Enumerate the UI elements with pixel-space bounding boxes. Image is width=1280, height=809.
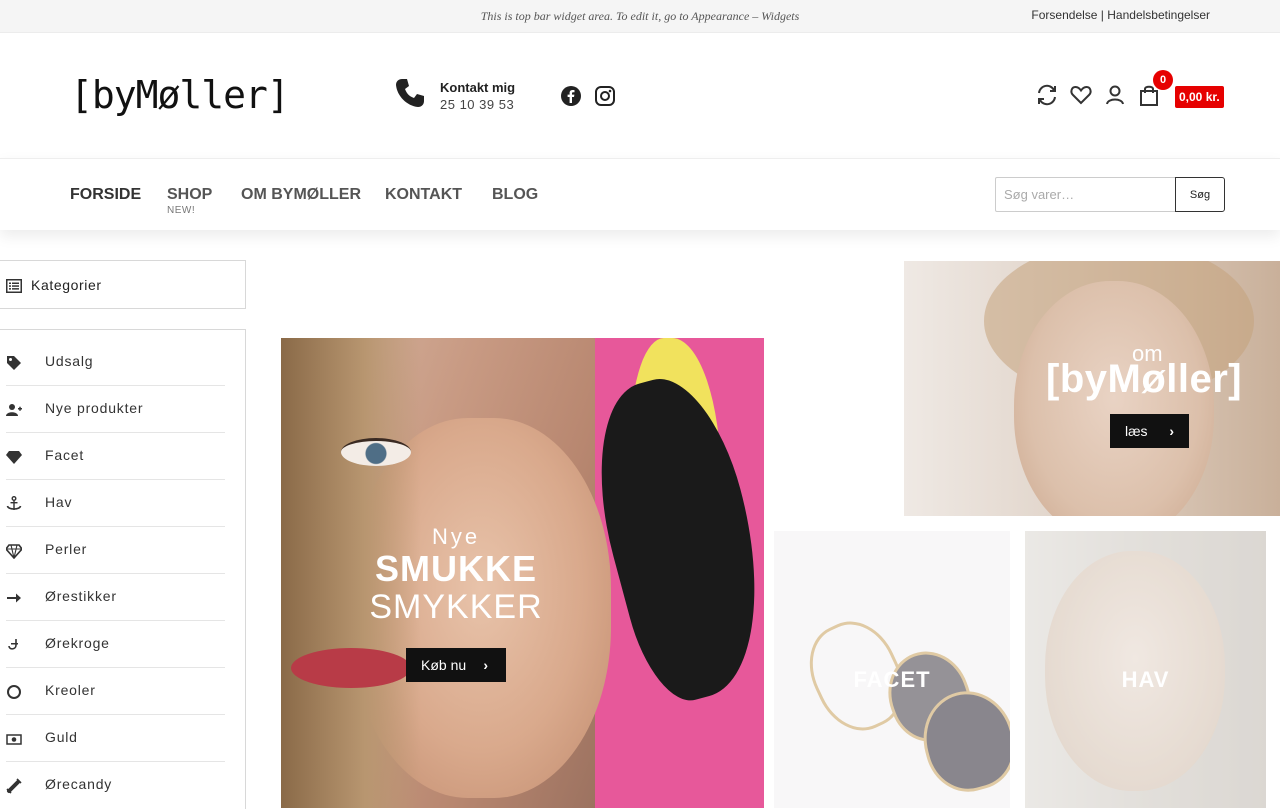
list-icon (6, 279, 22, 293)
tile-title: FACET (853, 667, 931, 692)
search-button[interactable]: Søg (1175, 177, 1225, 212)
category-list: Udsalg Nye produkter Facet Hav Perler Ør… (0, 329, 246, 809)
terms-link[interactable]: Handelsbetingelser (1107, 8, 1210, 22)
categories-header[interactable]: Kategorier (0, 260, 246, 309)
instagram-icon[interactable] (594, 85, 616, 107)
about-banner[interactable]: om [byMøller] læs › (904, 261, 1280, 516)
category-hav[interactable]: Hav (6, 481, 225, 527)
chevron-right-icon: › (483, 657, 488, 673)
link-separator: | (1097, 8, 1108, 22)
category-orestikker[interactable]: Ørestikker (6, 575, 225, 621)
tile-title: HAV (1121, 667, 1170, 692)
tag-icon (7, 356, 21, 370)
read-more-button[interactable]: læs › (1110, 414, 1189, 448)
site-header: [byMøller] Kontakt mig 25 10 39 53 0 0,0… (0, 33, 1280, 158)
money-icon (6, 734, 22, 745)
hero-eye (341, 438, 411, 466)
read-more-label: læs (1125, 423, 1148, 439)
user-plus-icon (6, 404, 22, 416)
facebook-icon[interactable] (560, 85, 582, 107)
main-navigation: FORSIDE SHOP NEW! OM BYMØLLER KONTAKT BL… (0, 158, 1280, 230)
circle-icon (7, 685, 21, 699)
category-perler[interactable]: Perler (6, 528, 225, 574)
user-icon[interactable] (1103, 83, 1127, 107)
nav-kontakt[interactable]: KONTAKT (385, 186, 462, 204)
search-input[interactable] (995, 177, 1176, 212)
category-orecandy[interactable]: Ørecandy (6, 763, 225, 809)
category-label: Hav (45, 494, 73, 510)
category-label: Ørestikker (45, 588, 117, 604)
category-label: Ørecandy (45, 776, 113, 792)
shipping-link[interactable]: Forsendelse (1031, 8, 1097, 22)
category-label: Ørekroge (45, 635, 110, 651)
heart-icon[interactable] (1069, 83, 1093, 107)
chevron-right-icon: › (1169, 423, 1174, 439)
category-udsalg[interactable]: Udsalg (6, 340, 225, 386)
phone-icon (396, 79, 424, 107)
nav-shop[interactable]: SHOP (167, 186, 212, 204)
hero-lips (291, 648, 411, 688)
category-label: Udsalg (45, 353, 94, 369)
hero-line-1: Nye (431, 524, 481, 549)
category-orekroge[interactable]: Ørekroge (6, 622, 225, 668)
diamond-icon (6, 544, 22, 559)
hook-icon (8, 639, 18, 650)
nav-om-bymoller[interactable]: OM BYMØLLER (241, 186, 361, 204)
top-bar: This is top bar widget area. To edit it,… (0, 0, 1280, 33)
category-label: Guld (45, 729, 78, 745)
category-label: Facet (45, 447, 85, 463)
hero-banner[interactable]: Nye SMUKKE SMYKKER Køb nu › (281, 338, 764, 808)
category-label: Kreoler (45, 682, 96, 698)
candy-icon (6, 778, 22, 794)
tile-hav[interactable]: HAV (1025, 531, 1266, 808)
contact-phone[interactable]: 25 10 39 53 (440, 97, 514, 112)
category-guld[interactable]: Guld (6, 716, 225, 762)
cart-total[interactable]: 0,00 kr. (1175, 86, 1224, 108)
arrow-right-icon (7, 593, 21, 603)
about-brand: [byMøller] (1046, 357, 1243, 401)
category-kreoler[interactable]: Kreoler (6, 669, 225, 715)
category-nye-produkter[interactable]: Nye produkter (6, 387, 225, 433)
site-logo[interactable]: [byMøller] (70, 73, 290, 117)
buy-now-button[interactable]: Køb nu › (406, 648, 506, 682)
tile-facet[interactable]: FACET (774, 531, 1010, 808)
nav-shop-new-badge: NEW! (167, 205, 196, 216)
categories-heading: Kategorier (31, 277, 102, 293)
refresh-icon[interactable] (1035, 83, 1059, 107)
category-label: Nye produkter (45, 400, 144, 416)
gem-icon (6, 451, 22, 464)
hero-line-3: SMYKKER (369, 588, 543, 626)
category-label: Perler (45, 541, 88, 557)
header-icons: 0 0,00 kr. (1035, 70, 1225, 111)
topbar-links: Forsendelse | Handelsbetingelser (1031, 8, 1210, 22)
contact-title: Kontakt mig (440, 80, 516, 95)
category-facet[interactable]: Facet (6, 434, 225, 480)
cart-count-badge: 0 (1153, 70, 1173, 90)
anchor-icon (6, 496, 22, 510)
buy-now-label: Køb nu (421, 657, 467, 673)
nav-forside[interactable]: FORSIDE (70, 186, 141, 204)
nav-blog[interactable]: BLOG (492, 186, 538, 204)
hero-line-2: SMUKKE (374, 548, 537, 589)
